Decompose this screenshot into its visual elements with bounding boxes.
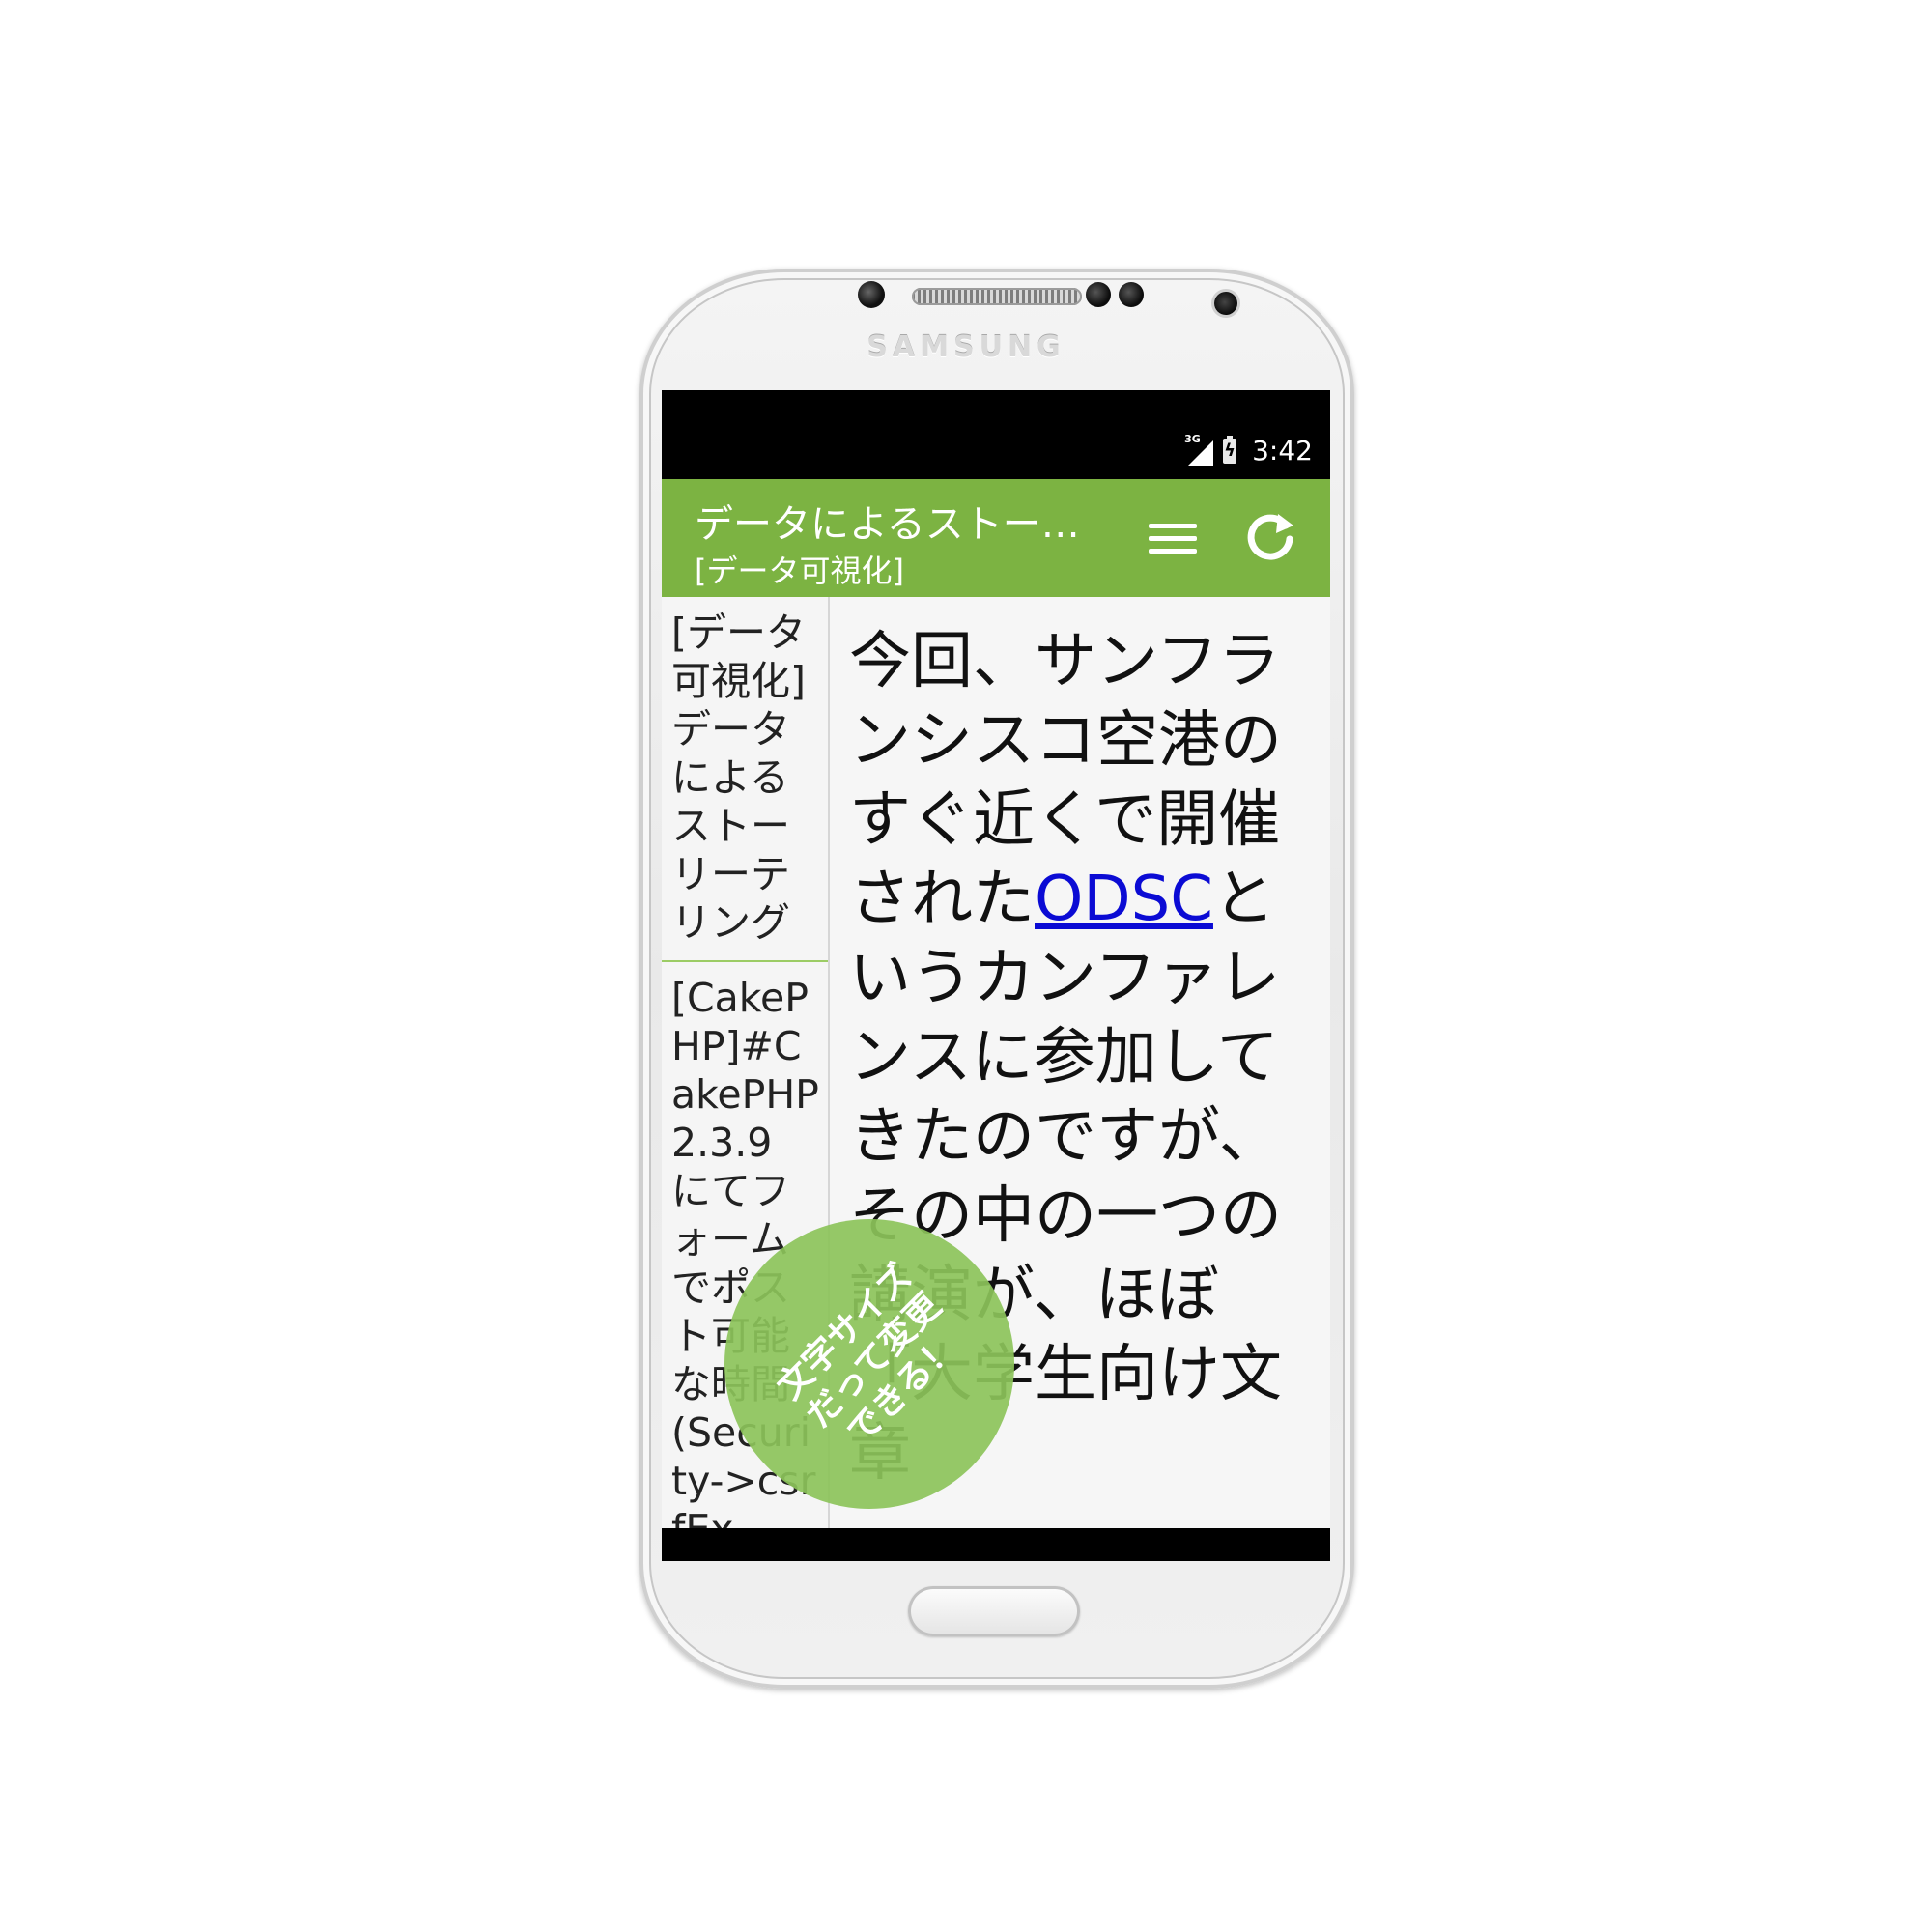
ir-sensor bbox=[1119, 282, 1144, 307]
navigation-strip bbox=[662, 1528, 1330, 1561]
article-category: [データ可視化] bbox=[695, 553, 904, 589]
refresh-icon bbox=[1247, 514, 1293, 560]
status-bar: 3G ϟ 3:42 bbox=[662, 390, 1330, 479]
home-button[interactable] bbox=[908, 1586, 1080, 1636]
proximity-sensor bbox=[858, 281, 885, 308]
stage: SAMSUNG 3G ϟ 3:42 データによるストー… [データ可視化] [デ… bbox=[0, 0, 1932, 1932]
action-bar: データによるストー… [データ可視化] bbox=[662, 479, 1330, 597]
battery-charging-icon: ϟ bbox=[1223, 435, 1237, 464]
signal-icon: 3G bbox=[1184, 433, 1214, 466]
status-icons: 3G ϟ 3:42 bbox=[1184, 433, 1313, 468]
refresh-button[interactable] bbox=[1239, 506, 1301, 568]
article-title: データによるストー… bbox=[695, 502, 1080, 547]
status-clock: 3:42 bbox=[1252, 435, 1313, 467]
odsc-link[interactable]: ODSC bbox=[1035, 864, 1213, 935]
article-list-item-label: [データ可視化]データによるストーリーテリング bbox=[671, 610, 806, 946]
menu-button[interactable] bbox=[1143, 508, 1203, 568]
front-camera bbox=[1214, 292, 1237, 315]
brand-logo: SAMSUNG bbox=[867, 330, 1065, 364]
earpiece-speaker bbox=[912, 288, 1082, 305]
light-sensor bbox=[1086, 282, 1111, 307]
article-list-item[interactable]: [データ可視化]データによるストーリーテリング bbox=[662, 597, 828, 962]
promo-text: 文字サイズ だって変更 できる！ bbox=[753, 1239, 996, 1483]
promo-badge: 文字サイズ だって変更 できる！ bbox=[724, 1219, 1014, 1509]
